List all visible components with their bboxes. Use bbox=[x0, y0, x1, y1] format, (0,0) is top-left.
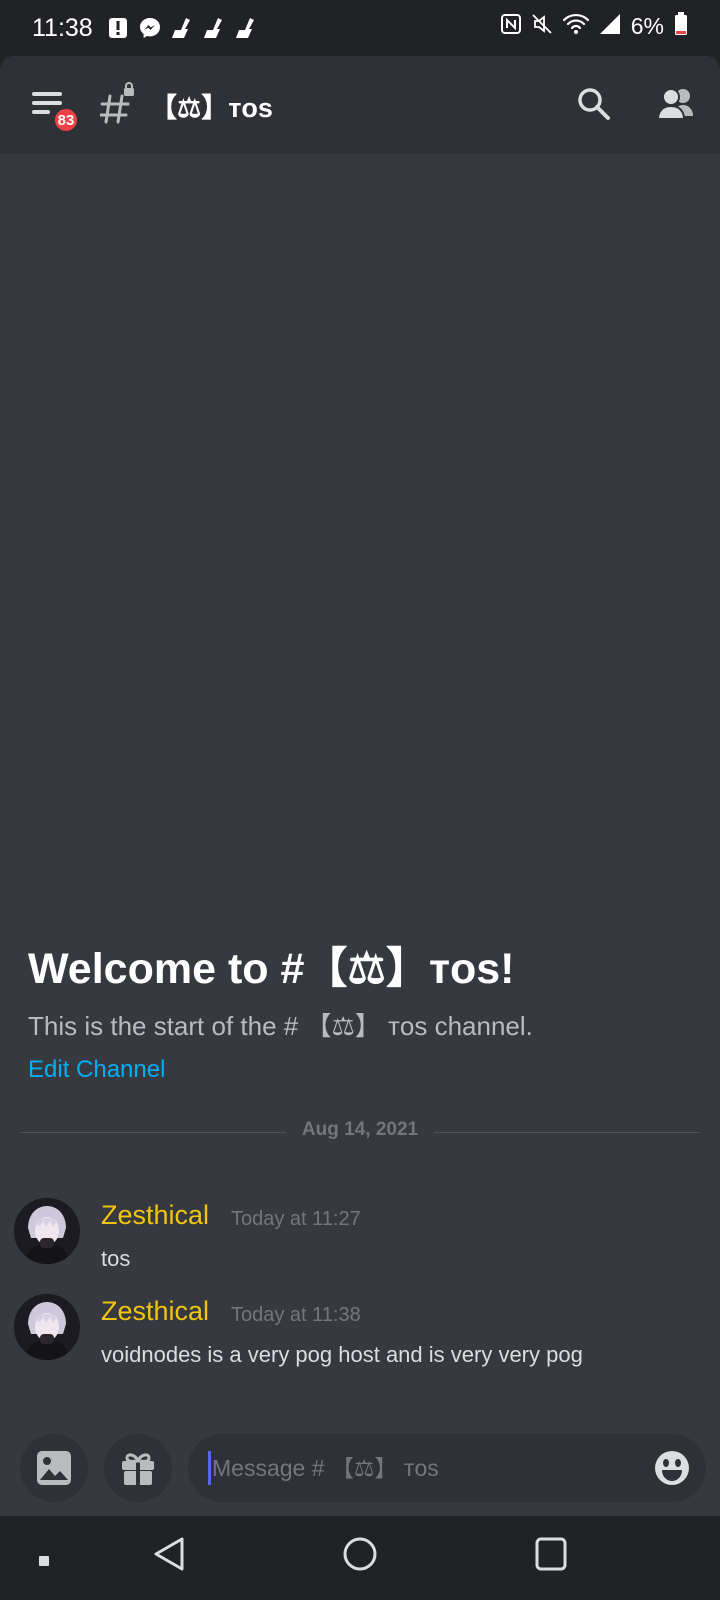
nfc-icon bbox=[500, 14, 521, 38]
back-button[interactable] bbox=[152, 1536, 186, 1576]
alert-icon bbox=[106, 16, 130, 40]
gift-icon bbox=[122, 1453, 154, 1485]
sweep-icon bbox=[202, 16, 226, 40]
sweep-icon bbox=[170, 16, 194, 40]
home-icon bbox=[343, 1537, 377, 1571]
home-button[interactable] bbox=[342, 1536, 378, 1576]
notification-badge: 83 bbox=[52, 106, 80, 134]
search-button[interactable] bbox=[576, 86, 612, 122]
battery-percent: 6% bbox=[630, 12, 664, 39]
dot-icon bbox=[38, 1552, 50, 1571]
text-caret bbox=[208, 1451, 211, 1485]
system-status-icons: 6% bbox=[500, 12, 688, 40]
avatar[interactable] bbox=[14, 1198, 80, 1264]
channel-header: 83 【⚖】ᴛᴏs bbox=[0, 56, 720, 154]
channel-view: 83 【⚖】ᴛᴏs Welcome to #【⚖】ᴛᴏs! This is th… bbox=[0, 56, 720, 1516]
message-timestamp: Today at 11:27 bbox=[231, 1208, 361, 1230]
search-icon bbox=[578, 88, 610, 120]
mute-icon bbox=[531, 13, 553, 39]
message-text: tos bbox=[101, 1246, 131, 1271]
menu-button[interactable]: 83 bbox=[30, 86, 80, 134]
welcome-subtitle: This is the start of the # 【⚖】 ᴛᴏs chann… bbox=[28, 1011, 533, 1041]
edit-channel-link[interactable]: Edit Channel bbox=[28, 1056, 165, 1084]
recents-button[interactable] bbox=[534, 1536, 568, 1576]
date-divider-label: Aug 14, 2021 bbox=[285, 1119, 435, 1141]
message-timestamp: Today at 11:38 bbox=[231, 1304, 361, 1326]
recents-icon bbox=[535, 1537, 567, 1571]
image-icon bbox=[37, 1451, 71, 1485]
system-nav-bar bbox=[0, 1516, 720, 1600]
date-divider: Aug 14, 2021 bbox=[20, 1119, 700, 1141]
wifi-icon bbox=[562, 13, 589, 39]
members-icon bbox=[656, 88, 693, 120]
messenger-icon bbox=[138, 16, 162, 40]
status-bar: 11:38 6% bbox=[0, 0, 720, 56]
signal-icon bbox=[599, 13, 621, 39]
back-icon bbox=[154, 1537, 184, 1571]
avatar[interactable] bbox=[14, 1294, 80, 1360]
message-author[interactable]: Zesthical bbox=[101, 1296, 209, 1327]
hash-lock-icon bbox=[98, 82, 140, 126]
welcome-heading: Welcome to #【⚖】ᴛᴏs! bbox=[28, 945, 515, 993]
emoji-button[interactable] bbox=[654, 1450, 690, 1486]
attach-image-button[interactable] bbox=[20, 1434, 88, 1502]
message-input[interactable] bbox=[212, 1434, 632, 1502]
notification-icons bbox=[106, 16, 258, 40]
battery-icon bbox=[674, 12, 688, 40]
sweep-icon bbox=[234, 16, 258, 40]
message-author[interactable]: Zesthical bbox=[101, 1200, 209, 1231]
message-text: voidnodes is a very pog host and is very… bbox=[101, 1342, 583, 1367]
status-time: 11:38 bbox=[32, 14, 93, 42]
members-button[interactable] bbox=[656, 86, 696, 122]
emoji-icon bbox=[655, 1451, 689, 1485]
message-composer[interactable] bbox=[188, 1434, 706, 1502]
gift-button[interactable] bbox=[104, 1434, 172, 1502]
channel-title: 【⚖】ᴛᴏs bbox=[150, 93, 273, 123]
